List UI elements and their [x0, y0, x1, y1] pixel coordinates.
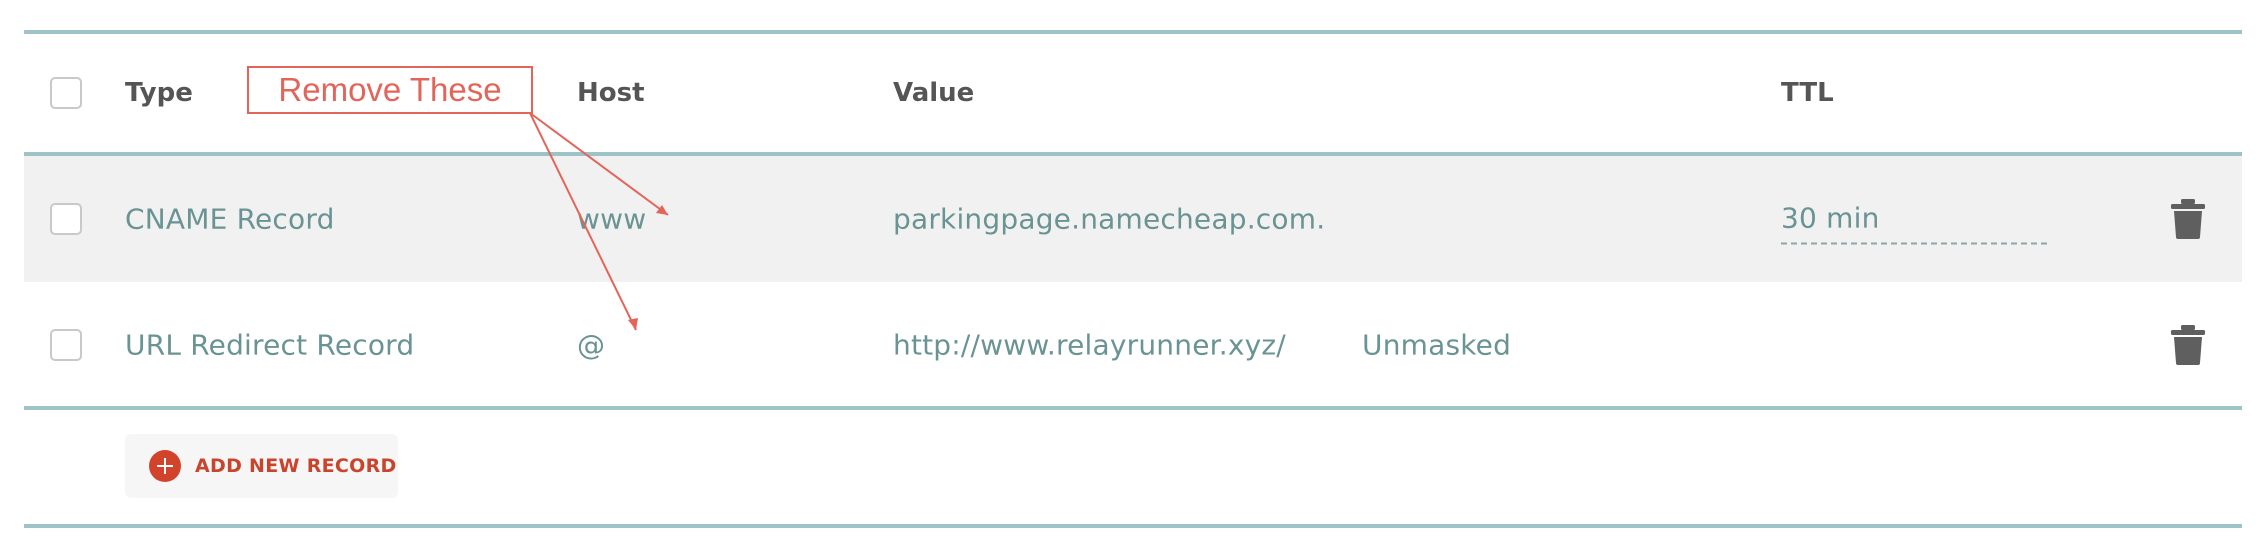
add-new-record-button[interactable]: ADD NEW RECORD: [125, 434, 398, 498]
record-host[interactable]: www: [577, 203, 646, 236]
body-bottom-divider: [24, 406, 2242, 410]
record-value[interactable]: parkingpage.namecheap.com.: [893, 203, 1325, 236]
record-type: URL Redirect Record: [125, 328, 415, 362]
annotation-callout: Remove These: [247, 66, 533, 114]
redirect-type[interactable]: Unmasked: [1362, 329, 1511, 362]
column-header-host: Host: [577, 78, 645, 108]
record-host[interactable]: @: [577, 329, 605, 362]
plus-circle-icon: [149, 450, 181, 482]
add-new-record-label: ADD NEW RECORD: [195, 455, 397, 477]
trash-icon[interactable]: [2170, 325, 2206, 365]
column-header-type: Type: [125, 78, 193, 108]
trash-icon[interactable]: [2170, 199, 2206, 239]
annotation-text: Remove These: [278, 71, 502, 108]
record-value[interactable]: http://www.relayrunner.xyz/: [893, 329, 1286, 362]
table-bottom-divider: [24, 524, 2242, 528]
row-checkbox[interactable]: [50, 329, 82, 361]
column-header-ttl: TTL: [1781, 78, 1834, 108]
table-row: CNAME Record www parkingpage.namecheap.c…: [24, 156, 2242, 282]
select-all-checkbox[interactable]: [50, 77, 82, 109]
record-type: CNAME Record: [125, 202, 335, 236]
row-checkbox[interactable]: [50, 203, 82, 235]
table-row: URL Redirect Record @ http://www.relayru…: [24, 282, 2242, 408]
ttl-select[interactable]: 30 min: [1781, 202, 2047, 245]
column-header-value: Value: [893, 78, 975, 108]
